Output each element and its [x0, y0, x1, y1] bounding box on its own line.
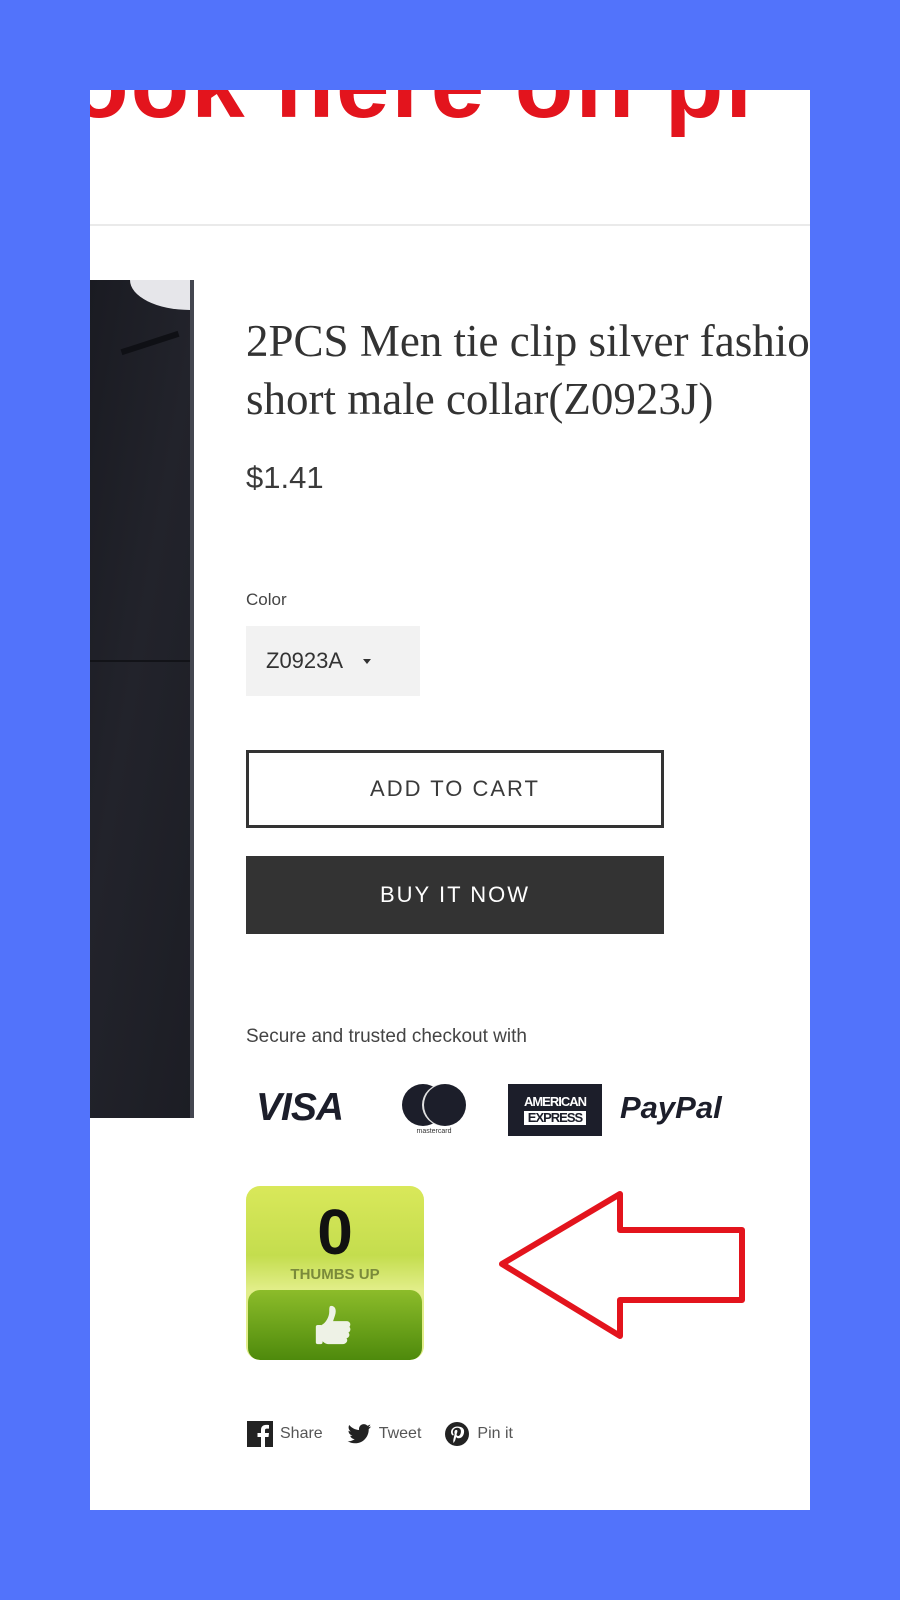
product-title-line1: 2PCS Men tie clip silver fashion — [246, 316, 810, 366]
thumbs-up-label: THUMBS UP — [290, 1266, 380, 1283]
product-price: $1.41 — [246, 460, 324, 495]
buy-it-now-button[interactable]: BUY IT NOW — [246, 856, 664, 934]
thumbs-up-button[interactable] — [248, 1290, 422, 1360]
facebook-icon — [247, 1421, 273, 1447]
jacket-lapel — [120, 330, 180, 356]
product-title: 2PCS Men tie clip silver fashion short m… — [246, 312, 810, 428]
thumbs-up-icon — [315, 1305, 351, 1345]
add-to-cart-button[interactable]: ADD TO CART — [246, 750, 664, 828]
thumbs-up-widget[interactable]: 0 THUMBS UP — [246, 1186, 424, 1360]
banner-heading: ook here on pr — [90, 90, 765, 140]
jacket-seam — [90, 660, 194, 662]
thumbs-up-count: 0 — [317, 1196, 353, 1268]
header-divider — [90, 224, 810, 226]
visa-icon: VISA — [256, 1086, 344, 1129]
product-image[interactable] — [90, 280, 194, 1118]
jacket-collar — [130, 280, 194, 310]
paypal-icon: PayPal — [620, 1090, 722, 1125]
twitter-icon — [347, 1424, 371, 1444]
share-twitter-label: Tweet — [378, 1425, 422, 1442]
share-bar: Share Tweet Pin it — [246, 1420, 535, 1448]
amex-icon: AMERICAN EXPRESS — [508, 1084, 602, 1136]
pinterest-icon — [445, 1422, 470, 1446]
share-twitter[interactable]: Tweet — [345, 1420, 422, 1448]
amex-line1: AMERICAN — [523, 1094, 587, 1109]
share-facebook[interactable]: Share — [246, 1420, 323, 1448]
secure-checkout-text: Secure and trusted checkout with — [246, 1026, 527, 1047]
caret-down-icon — [363, 658, 372, 664]
share-pinterest-label: Pin it — [477, 1425, 513, 1442]
mastercard-icon: mastercard — [398, 1082, 468, 1138]
mastercard-wordmark: mastercard — [416, 1128, 452, 1135]
payment-methods: VISA mastercard AMERICAN EXPRESS PayPal — [246, 1082, 746, 1142]
amex-line2: EXPRESS — [523, 1111, 587, 1125]
color-label: Color — [246, 590, 287, 609]
product-title-line2: short male collar(Z0923J) — [246, 374, 714, 424]
share-facebook-label: Share — [280, 1425, 323, 1442]
color-select-value: Z0923A — [266, 648, 344, 673]
image-edge — [190, 280, 194, 1118]
color-select[interactable]: Z0923A — [246, 626, 420, 696]
mastercard-circle-right — [424, 1084, 466, 1126]
share-pinterest[interactable]: Pin it — [443, 1420, 513, 1448]
product-page: ook here on pr 2PCS Men tie clip silver … — [90, 90, 810, 1510]
red-arrow-annotation — [499, 1191, 745, 1339]
